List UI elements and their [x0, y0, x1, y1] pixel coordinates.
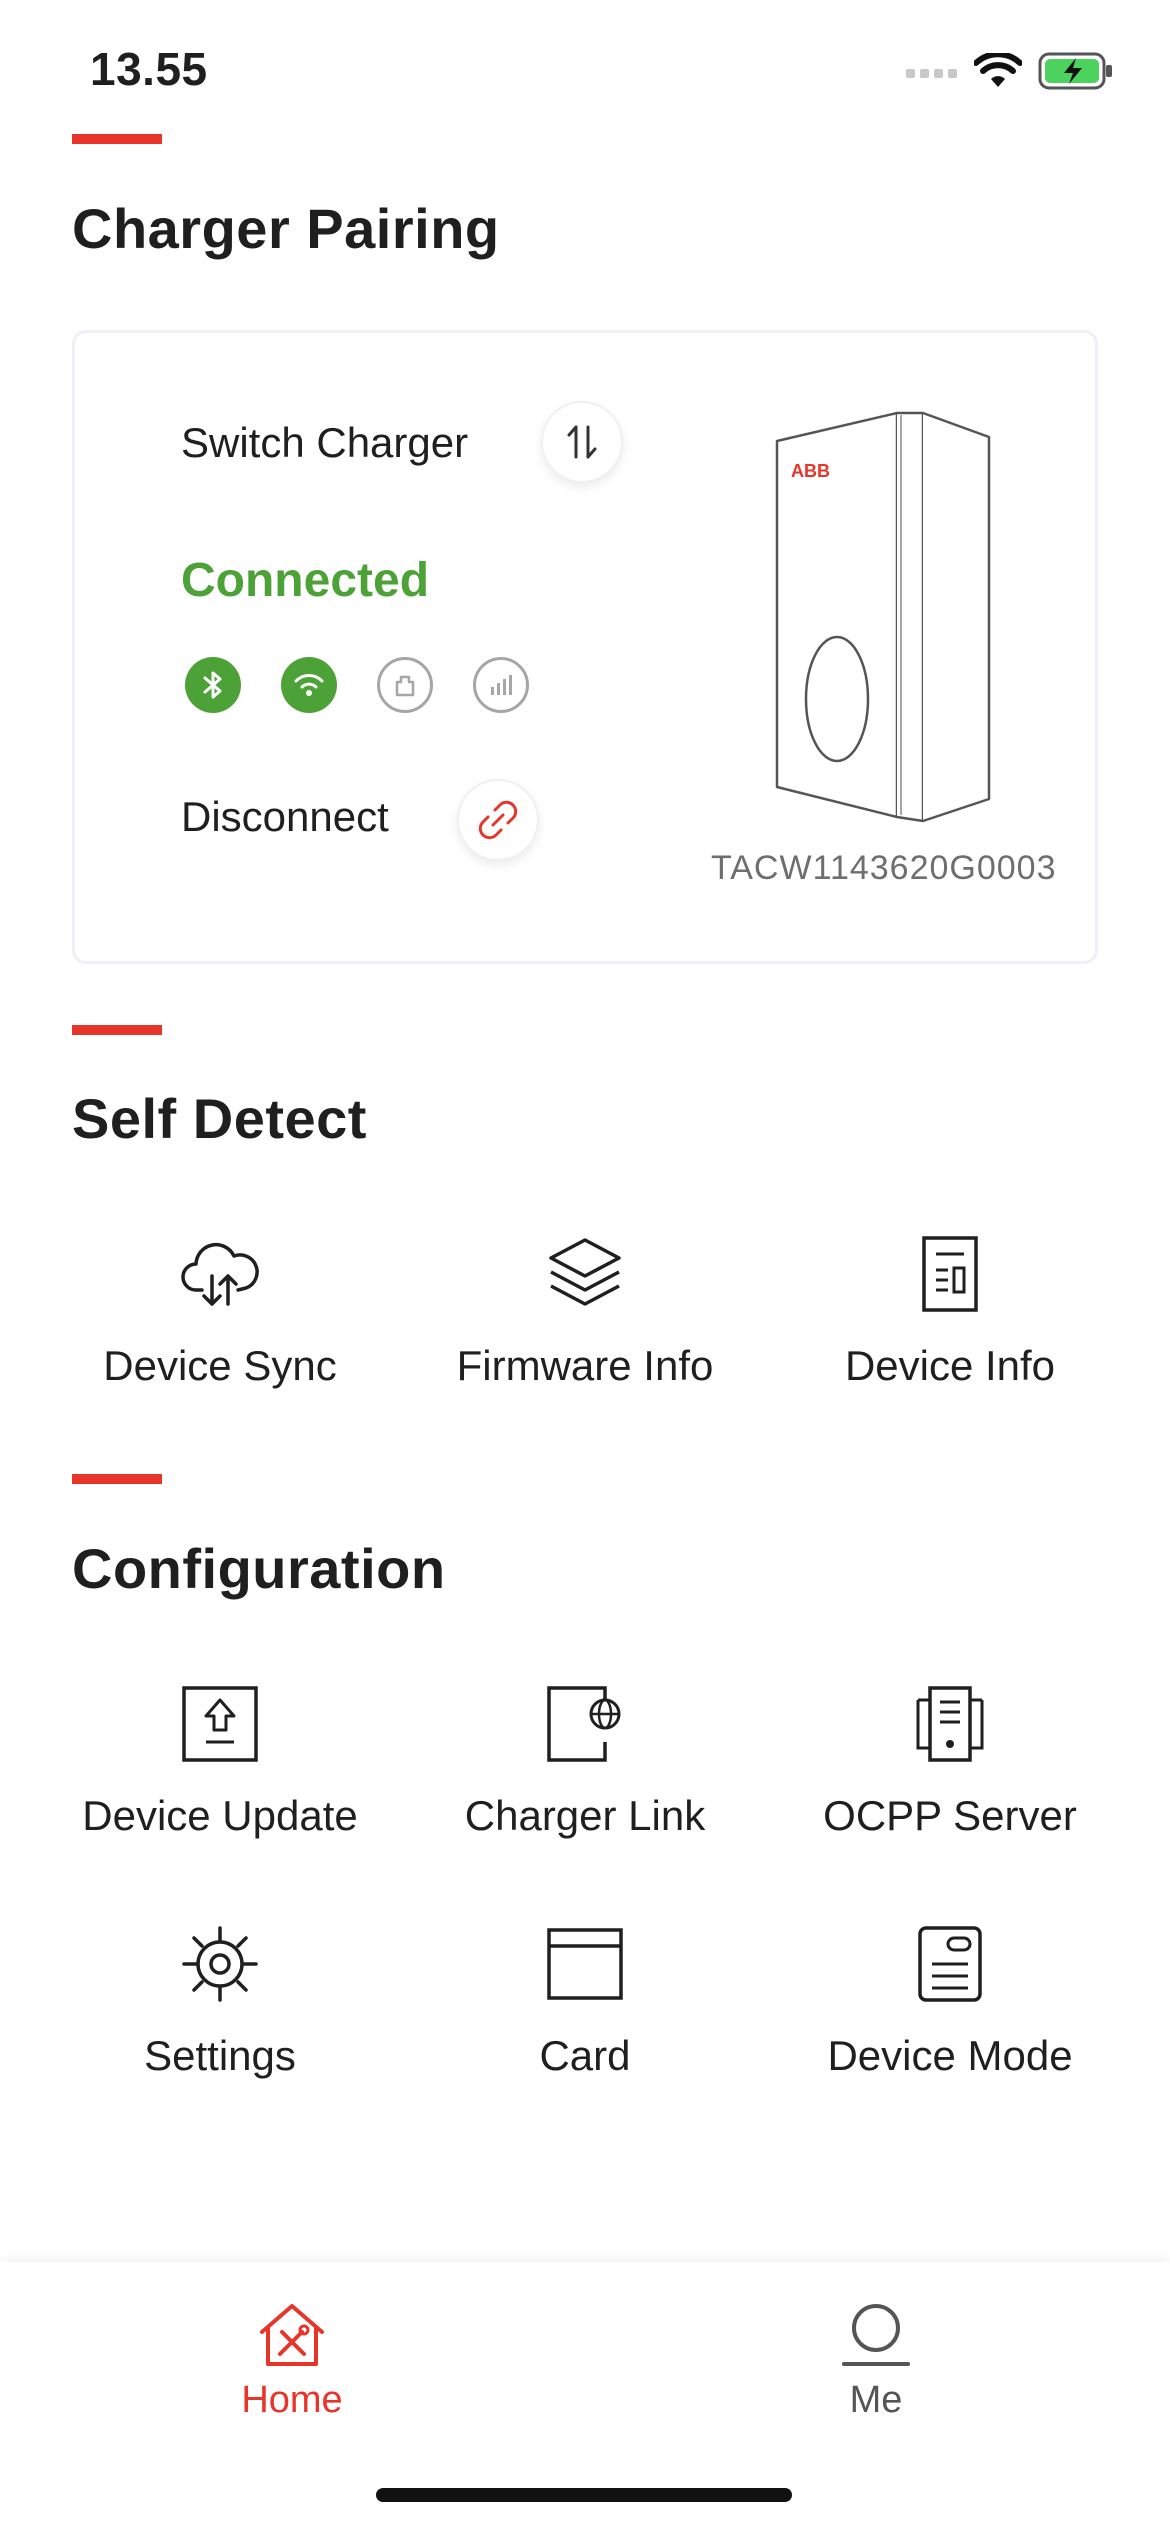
cloud-sync-icon — [181, 1242, 259, 1306]
charger-card: Switch Charger Connected Disconnect ABB … — [72, 330, 1098, 964]
tab-home-label: Home — [241, 2379, 343, 2421]
wifi-status-icon — [974, 53, 1022, 87]
device-mode-icon — [918, 1926, 982, 2002]
device-info-button[interactable]: Device Info — [760, 1226, 1140, 1390]
device-update-button[interactable]: Device Update — [30, 1676, 410, 1840]
section-accent — [72, 1025, 162, 1035]
settings-button[interactable]: Settings — [30, 1916, 410, 2080]
globe-document-icon — [547, 1686, 621, 1762]
card-label: Card — [539, 2032, 631, 2079]
upload-box-icon — [182, 1686, 258, 1762]
device-sync-label: Device Sync — [103, 1342, 337, 1389]
ocpp-server-button[interactable]: OCPP Server — [760, 1676, 1140, 1840]
disconnect-label: Disconnect — [181, 793, 389, 840]
home-indicator — [376, 2488, 792, 2502]
section-accent — [72, 134, 162, 144]
ethernet-icon — [377, 657, 433, 713]
charger-pairing-title: Charger Pairing — [72, 197, 500, 260]
connection-status: Connected — [181, 554, 430, 607]
wifi-icon — [281, 657, 337, 713]
settings-label: Settings — [144, 2032, 296, 2079]
person-icon — [842, 2304, 910, 2366]
document-icon — [922, 1236, 978, 1312]
charger-image: ABB — [775, 411, 991, 823]
charger-link-label: Charger Link — [464, 1792, 706, 1839]
cellular-icon — [473, 657, 529, 713]
section-accent — [72, 1474, 162, 1484]
card-button[interactable]: Card — [395, 1916, 775, 2080]
tab-home[interactable]: Home — [172, 2302, 412, 2422]
status-icons — [906, 52, 1114, 90]
disconnect-button[interactable] — [457, 779, 539, 861]
home-tools-icon — [260, 2304, 324, 2366]
device-update-label: Device Update — [82, 1792, 358, 1839]
signal-icon — [906, 69, 957, 78]
switch-arrows-icon — [567, 425, 597, 459]
firmware-info-label: Firmware Info — [456, 1342, 714, 1389]
charger-link-button[interactable]: Charger Link — [395, 1676, 775, 1840]
firmware-info-button[interactable]: Firmware Info — [395, 1226, 775, 1390]
status-time: 13.55 — [90, 43, 208, 95]
device-mode-label: Device Mode — [827, 2032, 1073, 2079]
card-icon — [547, 1928, 623, 2000]
switch-charger-button[interactable] — [541, 401, 623, 483]
server-icon — [916, 1686, 984, 1762]
bluetooth-icon — [185, 657, 241, 713]
layers-icon — [549, 1238, 621, 1306]
battery-icon — [1038, 52, 1112, 90]
configuration-title: Configuration — [72, 1537, 446, 1600]
gear-icon — [182, 1926, 258, 2002]
unlink-icon — [478, 800, 518, 840]
device-mode-button[interactable]: Device Mode — [760, 1916, 1140, 2080]
tab-me[interactable]: Me — [756, 2302, 996, 2422]
tab-me-label: Me — [849, 2379, 903, 2421]
ocpp-server-label: OCPP Server — [823, 1792, 1077, 1839]
device-info-label: Device Info — [844, 1342, 1056, 1389]
charger-serial: TACW1143620G0003 — [711, 849, 1057, 887]
switch-charger-label: Switch Charger — [181, 419, 469, 466]
charger-brand-logo: ABB — [791, 461, 830, 481]
device-sync-button[interactable]: Device Sync — [30, 1226, 410, 1390]
self-detect-title: Self Detect — [72, 1087, 367, 1150]
